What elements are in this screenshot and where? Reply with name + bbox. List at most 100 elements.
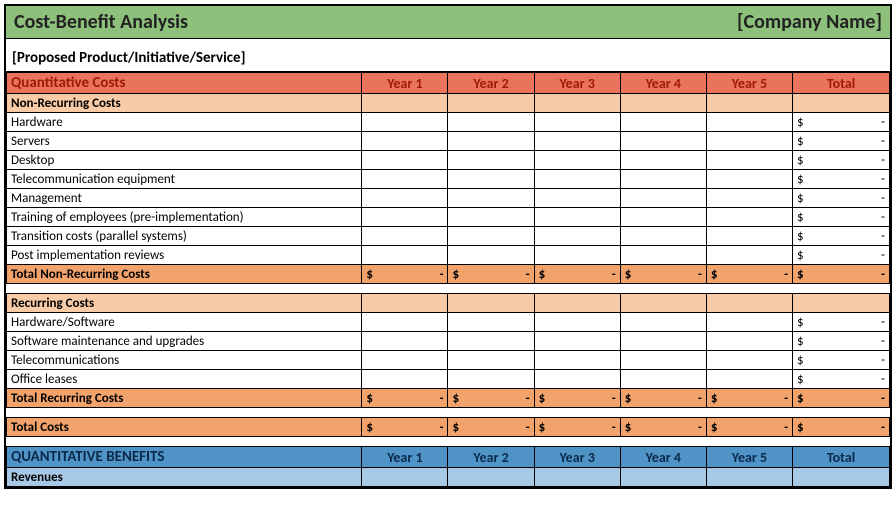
cell[interactable] <box>362 332 448 351</box>
cell[interactable] <box>793 294 890 313</box>
cell[interactable] <box>534 313 620 332</box>
cell[interactable] <box>706 294 792 313</box>
cell[interactable] <box>448 227 534 246</box>
cell[interactable] <box>534 351 620 370</box>
cell[interactable] <box>534 189 620 208</box>
cell[interactable] <box>706 94 792 113</box>
cell[interactable] <box>534 294 620 313</box>
cell[interactable] <box>620 294 706 313</box>
money-cell[interactable]: $- <box>534 265 620 284</box>
cell[interactable] <box>448 170 534 189</box>
row-total[interactable]: $- <box>793 370 890 389</box>
money-cell[interactable]: $- <box>448 265 534 284</box>
cell[interactable] <box>448 370 534 389</box>
row-total[interactable]: $- <box>793 113 890 132</box>
cell[interactable] <box>362 189 448 208</box>
money-cell[interactable]: $- <box>793 418 890 437</box>
cell[interactable] <box>448 189 534 208</box>
cell[interactable] <box>534 170 620 189</box>
money-cell[interactable]: $- <box>534 389 620 408</box>
cell[interactable] <box>620 189 706 208</box>
row-total[interactable]: $- <box>793 132 890 151</box>
cell[interactable] <box>534 94 620 113</box>
cell[interactable] <box>706 227 792 246</box>
money-cell[interactable]: $- <box>706 389 792 408</box>
row-total[interactable]: $- <box>793 351 890 370</box>
cell[interactable] <box>706 468 792 487</box>
cell[interactable] <box>362 94 448 113</box>
money-cell[interactable]: $- <box>620 389 706 408</box>
cell[interactable] <box>448 113 534 132</box>
cell[interactable] <box>706 332 792 351</box>
row-total[interactable]: $- <box>793 170 890 189</box>
cell[interactable] <box>362 170 448 189</box>
cell[interactable] <box>448 246 534 265</box>
cell[interactable] <box>534 227 620 246</box>
cell[interactable] <box>620 313 706 332</box>
cell[interactable] <box>362 151 448 170</box>
cell[interactable] <box>620 208 706 227</box>
cell[interactable] <box>706 351 792 370</box>
cell[interactable] <box>362 227 448 246</box>
cell[interactable] <box>706 370 792 389</box>
money-cell[interactable]: $- <box>706 265 792 284</box>
money-cell[interactable]: $- <box>448 389 534 408</box>
cell[interactable] <box>448 468 534 487</box>
cell[interactable] <box>448 151 534 170</box>
cell[interactable] <box>448 208 534 227</box>
cell[interactable] <box>620 113 706 132</box>
cell[interactable] <box>448 94 534 113</box>
cell[interactable] <box>534 151 620 170</box>
cell[interactable] <box>620 246 706 265</box>
money-cell[interactable]: $- <box>362 418 448 437</box>
cell[interactable] <box>706 246 792 265</box>
cell[interactable] <box>793 468 890 487</box>
row-total[interactable]: $- <box>793 208 890 227</box>
row-total[interactable]: $- <box>793 227 890 246</box>
cell[interactable] <box>706 113 792 132</box>
cell[interactable] <box>793 94 890 113</box>
cell[interactable] <box>362 132 448 151</box>
cell[interactable] <box>448 294 534 313</box>
cell[interactable] <box>362 294 448 313</box>
cell[interactable] <box>706 132 792 151</box>
cell[interactable] <box>534 208 620 227</box>
cell[interactable] <box>448 313 534 332</box>
cell[interactable] <box>706 313 792 332</box>
cell[interactable] <box>534 468 620 487</box>
cell[interactable] <box>706 208 792 227</box>
cell[interactable] <box>620 227 706 246</box>
cell[interactable] <box>448 132 534 151</box>
cell[interactable] <box>620 94 706 113</box>
money-cell[interactable]: $- <box>448 418 534 437</box>
cell[interactable] <box>362 313 448 332</box>
cell[interactable] <box>620 468 706 487</box>
cell[interactable] <box>620 151 706 170</box>
cell[interactable] <box>362 208 448 227</box>
money-cell[interactable]: $- <box>620 265 706 284</box>
cell[interactable] <box>706 189 792 208</box>
row-total[interactable]: $- <box>793 151 890 170</box>
cell[interactable] <box>620 351 706 370</box>
cell[interactable] <box>534 113 620 132</box>
money-cell[interactable]: $- <box>793 389 890 408</box>
cell[interactable] <box>362 246 448 265</box>
cell[interactable] <box>534 332 620 351</box>
money-cell[interactable]: $- <box>793 265 890 284</box>
cell[interactable] <box>620 332 706 351</box>
cell[interactable] <box>620 170 706 189</box>
cell[interactable] <box>362 351 448 370</box>
cell[interactable] <box>448 351 534 370</box>
cell[interactable] <box>534 246 620 265</box>
row-total[interactable]: $- <box>793 313 890 332</box>
cell[interactable] <box>620 132 706 151</box>
cell[interactable] <box>534 132 620 151</box>
money-cell[interactable]: $- <box>362 265 448 284</box>
money-cell[interactable]: $- <box>362 389 448 408</box>
cell[interactable] <box>362 113 448 132</box>
row-total[interactable]: $- <box>793 332 890 351</box>
money-cell[interactable]: $- <box>534 418 620 437</box>
money-cell[interactable]: $- <box>620 418 706 437</box>
cell[interactable] <box>448 332 534 351</box>
cell[interactable] <box>362 370 448 389</box>
